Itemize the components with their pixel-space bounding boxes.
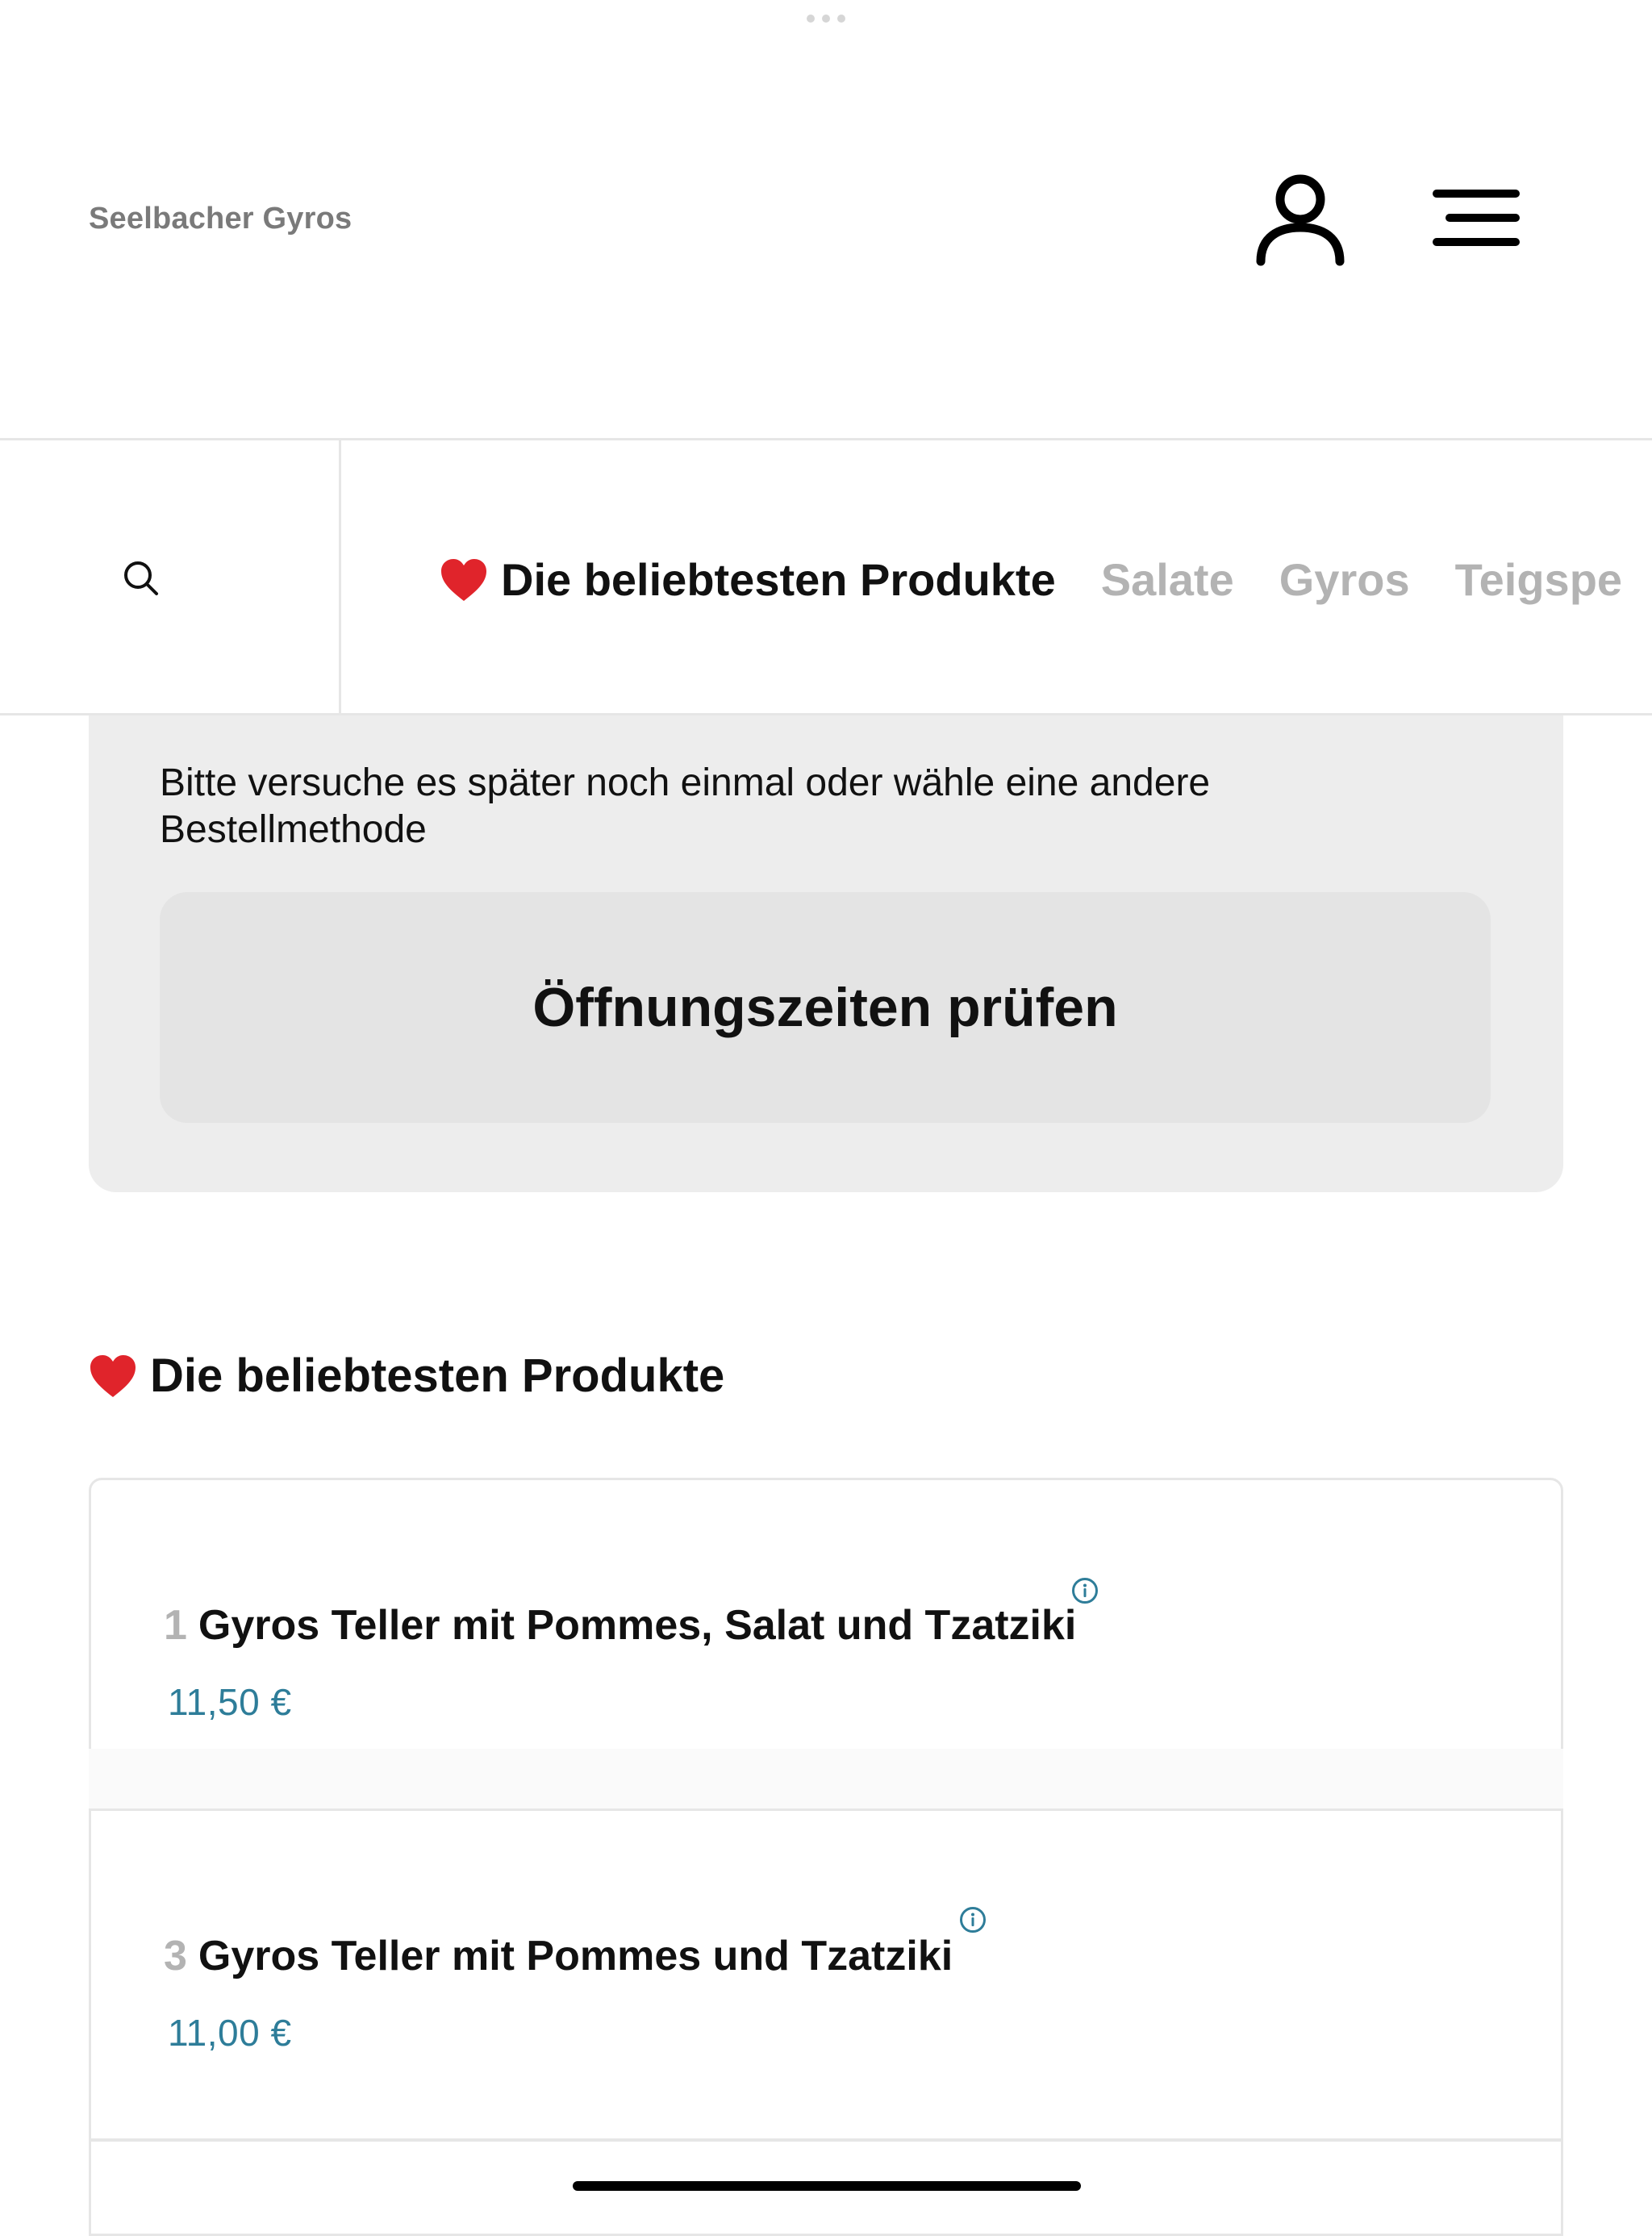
product-title: Gyros Teller mit Pommes und Tzatziki [198, 1933, 953, 1979]
category-tabs: Die beliebtesten Produkte Salate Gyros T… [440, 553, 1652, 606]
info-icon[interactable] [959, 1906, 987, 1934]
home-indicator[interactable] [573, 2181, 1081, 2191]
product-divider [89, 1749, 1563, 1810]
user-icon[interactable] [1254, 171, 1346, 268]
grabber-dot [837, 15, 845, 23]
product-number: 3 [164, 1933, 187, 1979]
sheet-grabber[interactable] [807, 15, 845, 23]
product-price: 11,00 € [168, 2012, 292, 2054]
info-icon[interactable] [1071, 1577, 1099, 1604]
search-button[interactable] [0, 440, 341, 713]
product-number: 1 [164, 1602, 187, 1649]
tab-popular-products[interactable]: Die beliebtesten Produkte [440, 553, 1056, 606]
tab-teigspeisen[interactable]: Teigspe [1455, 553, 1622, 606]
hamburger-menu-icon[interactable] [1432, 187, 1521, 248]
section-title: Die beliebtesten Produkte [89, 1349, 724, 1403]
grabber-dot [807, 15, 815, 23]
store-closed-notice: Bitte versuche es später noch einmal ode… [89, 694, 1563, 1192]
tab-label: Die beliebtesten Produkte [501, 554, 1056, 605]
grabber-dot [822, 15, 830, 23]
brand-name[interactable]: Seelbacher Gyros [89, 202, 352, 236]
product-price: 11,50 € [168, 1681, 292, 1723]
section-title-text: Die beliebtesten Produkte [150, 1350, 725, 1402]
notice-message: Bitte versuche es später noch einmal ode… [160, 761, 1211, 851]
category-bar: Die beliebtesten Produkte Salate Gyros T… [0, 438, 1652, 715]
product-name: 1 Gyros Teller mit Pommes, Salat und Tzat… [164, 1601, 1076, 1650]
product-name: 3 Gyros Teller mit Pommes und Tzatziki [164, 1932, 953, 1980]
product-card[interactable]: 3 Gyros Teller mit Pommes und Tzatziki 11… [89, 1808, 1563, 2141]
tab-gyros[interactable]: Gyros [1279, 553, 1410, 606]
heart-icon [90, 1354, 136, 1397]
tab-salate[interactable]: Salate [1101, 553, 1234, 606]
check-opening-hours-button[interactable]: Öffnungszeiten prüfen [160, 892, 1491, 1123]
product-title: Gyros Teller mit Pommes, Salat und Tzatz… [198, 1602, 1077, 1649]
heart-icon [441, 558, 486, 601]
search-icon [124, 561, 158, 595]
